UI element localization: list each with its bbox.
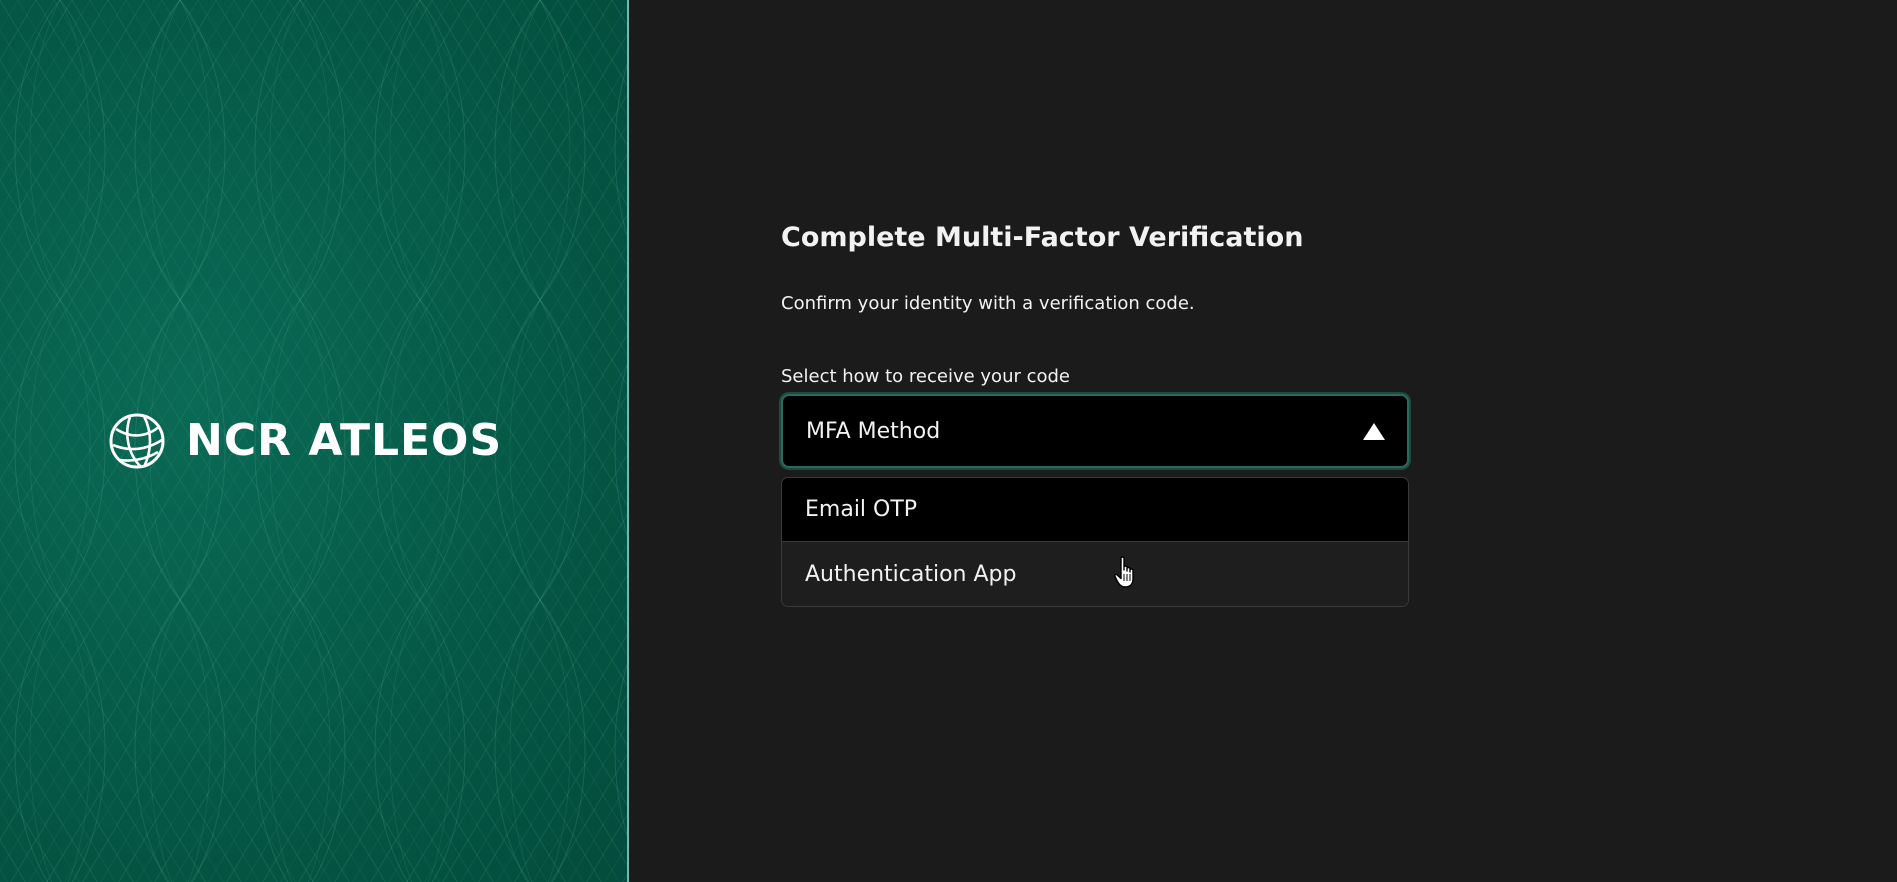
caret-up-icon[interactable] xyxy=(1363,422,1385,440)
mfa-method-select[interactable]: MFA Method xyxy=(781,394,1409,468)
mfa-method-label: Select how to receive your code xyxy=(781,366,1071,387)
page-title: Complete Multi-Factor Verification xyxy=(781,222,1304,253)
mfa-method-dropdown: Email OTP Authentication App xyxy=(781,477,1409,607)
page-subtitle: Confirm your identity with a verificatio… xyxy=(781,293,1195,314)
pointer-hand-icon xyxy=(1114,556,1134,588)
option-email-otp[interactable]: Email OTP xyxy=(782,478,1408,542)
mfa-page: NCR ATLEOS Complete Multi-Factor Verific… xyxy=(0,0,1897,882)
globe-icon xyxy=(109,413,165,469)
brand-logo: NCR ATLEOS xyxy=(108,412,502,470)
option-authentication-app[interactable]: Authentication App xyxy=(782,542,1408,606)
brand-name: NCR ATLEOS xyxy=(186,415,503,466)
mfa-method-select-value: MFA Method xyxy=(806,418,941,444)
brand-panel: NCR ATLEOS xyxy=(0,0,629,882)
verification-panel: Complete Multi-Factor Verification Confi… xyxy=(629,0,1897,882)
